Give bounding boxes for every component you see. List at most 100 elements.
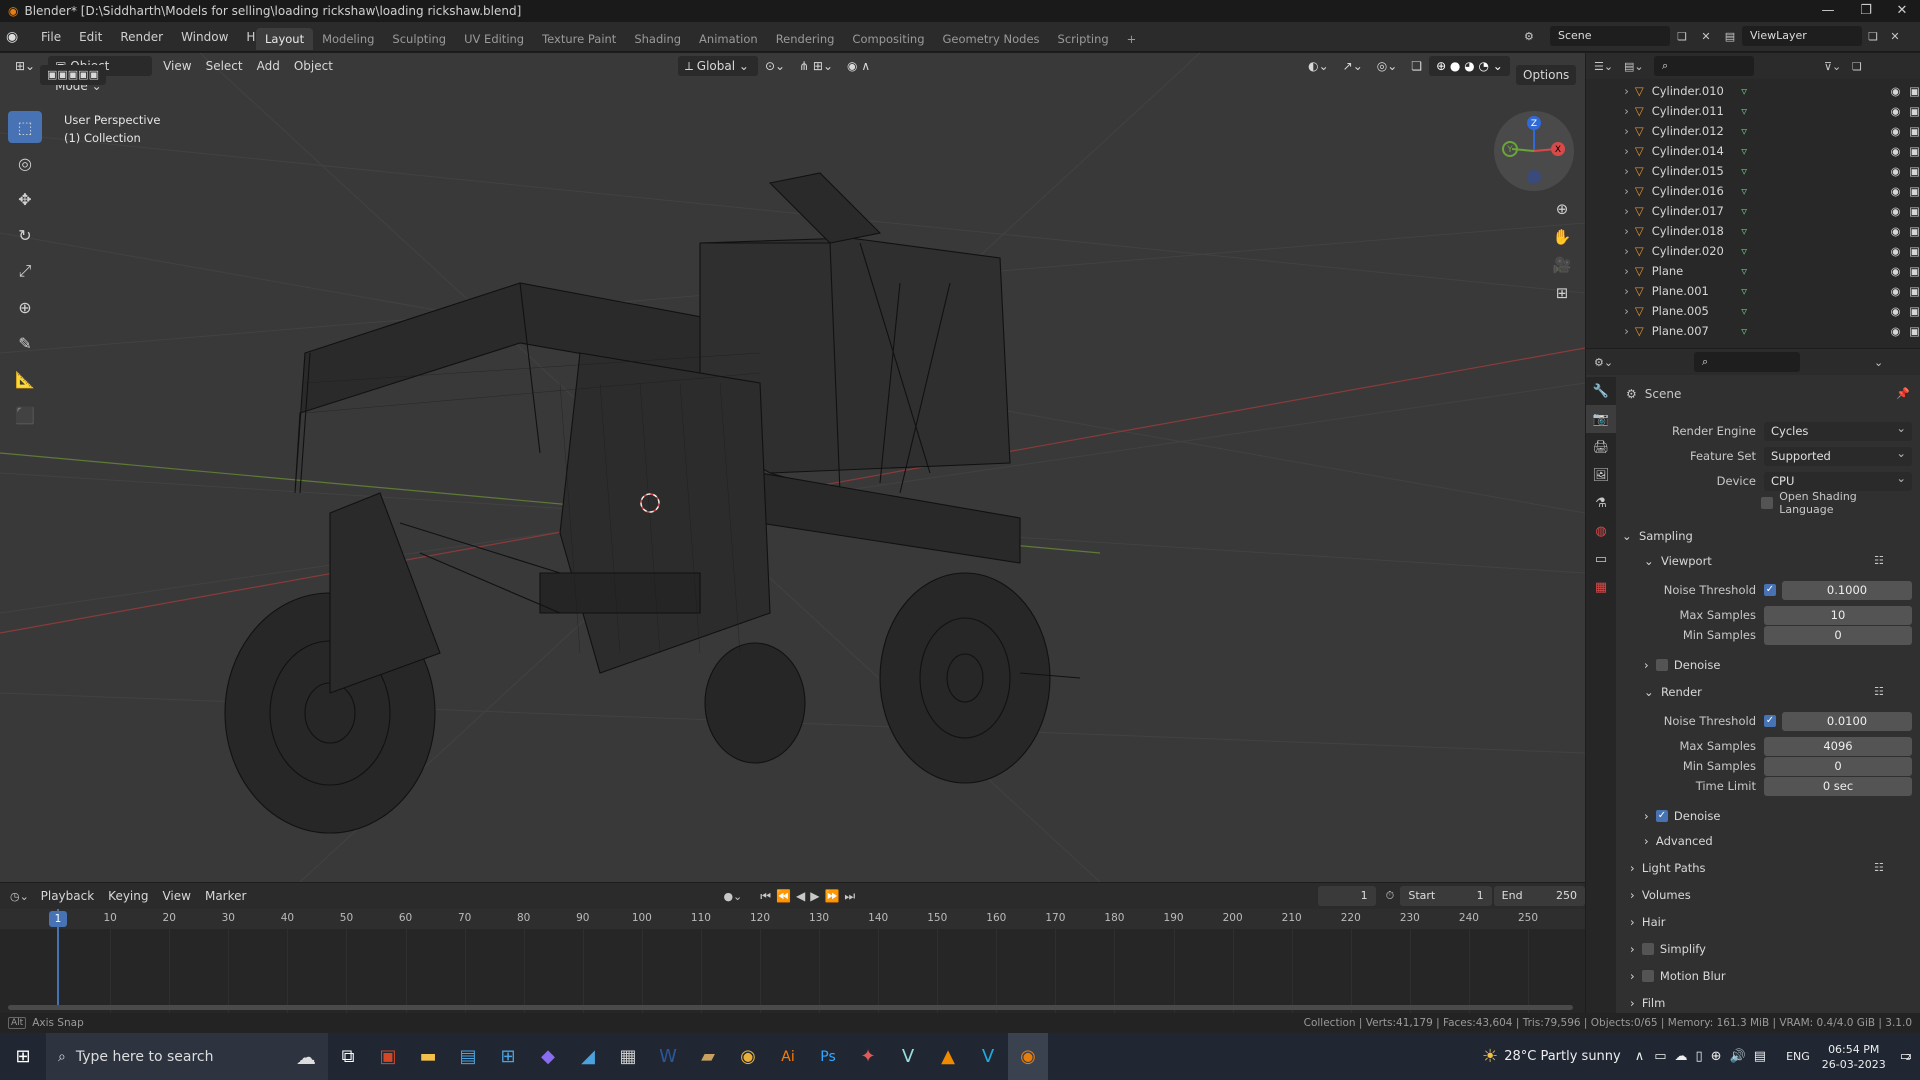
visibility-eye-icon[interactable]: ◉ [1890,144,1909,158]
render-camera-icon[interactable]: ▣ [1909,144,1920,158]
tray-chevron-icon[interactable]: ∧ [1635,1049,1645,1064]
keying-menu[interactable]: Keying ⌄ [101,886,155,923]
scene-icon[interactable]: ⚙ [1524,30,1550,43]
language-indicator[interactable]: ENG [1786,1050,1810,1063]
r-noise-field[interactable]: 0.0100 [1782,711,1912,731]
snap-icon[interactable]: ⋔ ⊞⌄ [792,56,840,76]
app-icon-4[interactable]: ▰ [688,1033,728,1080]
mesh-data-icon[interactable]: ▿ [1741,224,1890,238]
menu-render[interactable]: Render [111,26,172,48]
render-camera-icon[interactable]: ▣ [1909,164,1920,178]
tab-texture-paint[interactable]: Texture Paint [533,28,625,50]
render-camera-icon[interactable]: ▣ [1909,324,1920,338]
vectary-icon[interactable]: V [888,1033,928,1080]
transform-orientation[interactable]: ⟂ Global ⌄ [677,56,758,76]
mesh-data-icon[interactable]: ▿ [1741,144,1890,158]
scene-tab-icon[interactable]: ⚗ [1586,489,1616,517]
select-box-tool-icon[interactable]: ⬚ [8,111,42,143]
outliner-item-label[interactable]: Plane.001 [1652,284,1742,298]
collection-tab-icon[interactable]: ▭ [1586,545,1616,573]
sampling-header[interactable]: ⌄ Sampling [1622,525,1693,547]
tab-scripting[interactable]: Scripting [1049,28,1118,50]
expand-arrow-icon[interactable]: › [1586,204,1635,218]
tab-sculpting[interactable]: Sculpting [383,28,455,50]
hair-header[interactable]: › Hair [1630,911,1666,933]
mesh-data-icon[interactable]: ▿ [1741,284,1890,298]
outliner-item-label[interactable]: Cylinder.010 [1652,84,1742,98]
render-subpanel-header[interactable]: ⌄ Render [1644,681,1702,703]
menu-file[interactable]: File [32,26,70,48]
expand-arrow-icon[interactable]: › [1586,224,1635,238]
vp-noise-checkbox[interactable]: ✓ [1764,584,1776,596]
visibility-icon[interactable]: ◐⌄ [1301,56,1336,76]
visibility-eye-icon[interactable]: ◉ [1890,104,1909,118]
menu-object[interactable]: Object [287,56,340,76]
app-icon-6[interactable]: V [968,1033,1008,1080]
pivot-icon[interactable]: ⊙⌄ [758,56,792,76]
render-presets-icon[interactable]: ☷ [1874,685,1884,698]
marker-menu[interactable]: Marker [198,886,253,906]
proportional-edit-icon[interactable]: ◉ ∧ [840,56,877,76]
feature-set-dropdown[interactable]: Supported [1764,444,1912,466]
r-denoise-checkbox[interactable]: ✓ [1655,810,1668,822]
render-camera-icon[interactable]: ▣ [1909,284,1920,298]
add-workspace-button[interactable]: + [1118,28,1146,50]
r-min-samples-field[interactable]: 0 [1764,756,1912,776]
visibility-eye-icon[interactable]: ◉ [1890,284,1909,298]
outliner-item-label[interactable]: Plane.007 [1652,324,1742,338]
zoom-icon[interactable]: ⊕ [1548,195,1576,223]
volumes-header[interactable]: › Volumes [1630,884,1691,906]
playback-menu[interactable]: Playback ⌄ [34,886,102,923]
start-frame-field[interactable]: Start 1 [1400,886,1492,906]
render-camera-icon[interactable]: ▣ [1909,304,1920,318]
outliner-item-label[interactable]: Cylinder.011 [1652,104,1742,118]
xray-toggle-icon[interactable]: ❏ [1404,56,1429,76]
playhead-frame-label[interactable]: 1 [49,911,67,927]
outliner-row[interactable]: › ▽ Plane ▿ ◉ ▣ [1586,261,1920,281]
blender-menu-icon[interactable]: ◉ [6,29,32,45]
expand-arrow-icon[interactable]: › [1586,284,1635,298]
cursor-tool-icon[interactable]: ◎ [8,147,42,179]
maximize-button[interactable]: ❐ [1848,0,1884,22]
vp-denoise-checkbox[interactable] [1655,659,1668,671]
mesh-data-icon[interactable]: ▿ [1741,204,1890,218]
render-engine-dropdown[interactable]: Cycles [1764,419,1912,441]
outliner-item-label[interactable]: Cylinder.020 [1652,244,1742,258]
outliner-row[interactable]: › ▽ Cylinder.010 ▿ ◉ ▣ [1586,81,1920,101]
new-viewlayer-icon[interactable]: ❏ [1862,30,1884,43]
move-tool-icon[interactable]: ✥ [8,183,42,215]
tool-tab-icon[interactable]: 🔧 [1586,377,1616,405]
visibility-eye-icon[interactable]: ◉ [1890,264,1909,278]
transform-tool-icon[interactable]: ⊕ [8,291,42,323]
simplify-header[interactable]: › Simplify [1630,938,1706,960]
viewlayer-selector[interactable]: ViewLayer [1742,26,1862,46]
illustrator-icon[interactable]: Ai [768,1033,808,1080]
mesh-data-icon[interactable]: ▿ [1741,84,1890,98]
timeline-editor-icon[interactable]: ◷⌄ [10,890,34,903]
end-frame-field[interactable]: End 250 [1493,886,1585,906]
visibility-eye-icon[interactable]: ◉ [1890,324,1909,338]
viewport-presets-icon[interactable]: ☷ [1874,554,1884,567]
photoshop-icon[interactable]: Ps [808,1033,848,1080]
pan-hand-icon[interactable]: ✋ [1548,223,1576,251]
outliner-item-label[interactable]: Cylinder.012 [1652,124,1742,138]
simplify-checkbox[interactable] [1641,943,1654,955]
outliner-item-label[interactable]: Cylinder.015 [1652,164,1742,178]
editor-type-icon[interactable]: ⊞⌄ [8,56,42,76]
mesh-data-icon[interactable]: ▿ [1741,264,1890,278]
view-layer-tab-icon[interactable]: 🖼 [1586,461,1616,489]
mesh-data-icon[interactable]: ▿ [1741,304,1890,318]
advanced-header[interactable]: › Advanced [1644,830,1713,852]
r-noise-checkbox[interactable]: ✓ [1764,715,1776,727]
outliner-row[interactable]: › ▽ Cylinder.020 ▿ ◉ ▣ [1586,241,1920,261]
mesh-data-icon[interactable]: ▿ [1741,104,1890,118]
scene-selector[interactable]: Scene [1550,26,1670,46]
timeline-scrollbar[interactable] [8,1005,1573,1010]
visibility-eye-icon[interactable]: ◉ [1890,184,1909,198]
mesh-data-icon[interactable]: ▿ [1741,244,1890,258]
timeline-view-menu[interactable]: View [155,886,197,906]
frame-ruler[interactable]: 1102030405060708090100110120130140150160… [0,909,1585,1013]
current-frame-field[interactable]: 1 [1318,886,1376,906]
mesh-data-icon[interactable]: ▿ [1741,324,1890,338]
outliner-row[interactable]: › ▽ Plane.007 ▿ ◉ ▣ [1586,321,1920,341]
